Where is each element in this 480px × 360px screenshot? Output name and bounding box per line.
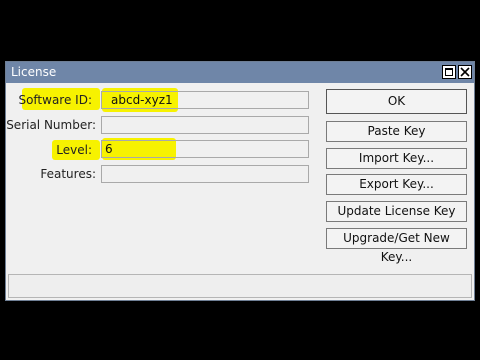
export-key-button[interactable]: Export Key... — [326, 174, 467, 195]
level-field[interactable]: 6 — [101, 140, 309, 158]
paste-key-button[interactable]: Paste Key — [326, 121, 467, 142]
maximize-icon[interactable] — [442, 65, 456, 79]
close-icon[interactable] — [458, 65, 472, 79]
screen: License abcd-xyz1 Software ID: Serial Nu… — [0, 0, 480, 360]
import-key-button[interactable]: Import Key... — [326, 148, 467, 169]
status-bar — [8, 274, 472, 298]
software-id-field[interactable]: abcd-xyz1 — [101, 91, 309, 109]
window-title: License — [11, 65, 57, 79]
level-label: Level: — [56, 143, 92, 157]
features-label: Features: — [40, 167, 96, 181]
upgrade-get-new-key-button[interactable]: Upgrade/Get New Key... — [326, 228, 467, 264]
ok-button[interactable]: OK — [326, 89, 467, 114]
update-license-key-button[interactable]: Update License Key — [326, 201, 467, 222]
serial-number-field[interactable] — [101, 116, 309, 134]
software-id-label: Software ID: — [18, 93, 92, 107]
level-value: 6 — [105, 142, 113, 156]
title-bar: License — [6, 62, 474, 83]
license-window: License abcd-xyz1 Software ID: Serial Nu… — [5, 61, 475, 301]
features-field[interactable] — [101, 165, 309, 183]
serial-number-label: Serial Number: — [6, 118, 96, 132]
software-id-value: abcd-xyz1 — [111, 93, 173, 107]
